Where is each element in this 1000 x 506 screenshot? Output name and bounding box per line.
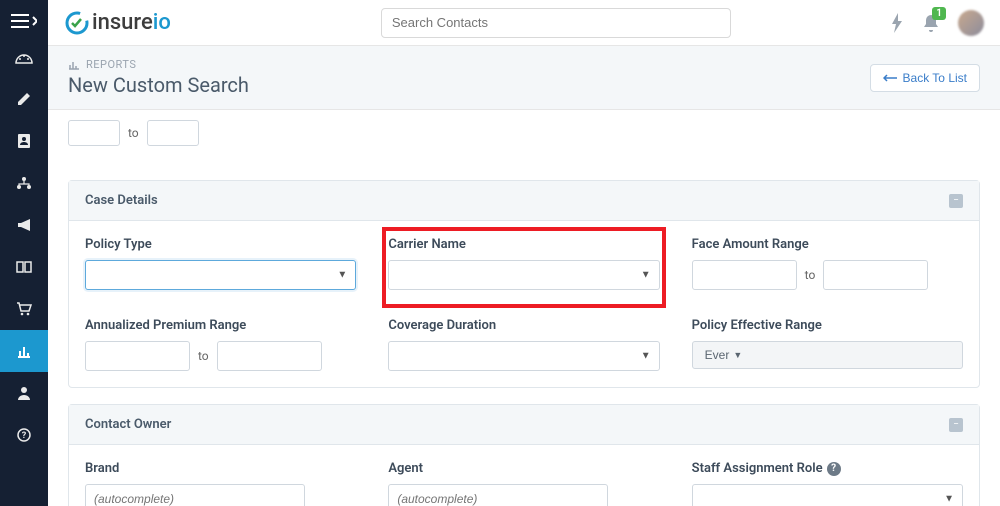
agent-input[interactable] [388, 484, 608, 506]
page-title: New Custom Search [68, 73, 249, 97]
panel-title: Case Details [85, 193, 158, 208]
chevron-down-icon: ▼ [733, 350, 742, 360]
chevron-down-icon: ▼ [944, 494, 954, 505]
sidebar-item-dashboard[interactable] [0, 36, 48, 78]
search-input[interactable] [381, 8, 731, 38]
content: to Case Details − Policy Type ▼ Carri [48, 110, 1000, 506]
coverage-duration-select[interactable]: ▼ [388, 341, 659, 371]
chevron-down-icon: ▼ [337, 270, 347, 281]
panel-title: Contact Owner [85, 417, 171, 432]
to-label: to [803, 268, 818, 282]
svg-text:?: ? [22, 431, 27, 441]
range-to-input[interactable] [147, 120, 199, 146]
bolt-icon[interactable] [890, 13, 904, 33]
collapse-icon[interactable]: − [949, 418, 963, 432]
sidebar-item-contact[interactable] [0, 120, 48, 162]
to-label: to [196, 349, 211, 363]
address-card-icon [17, 133, 31, 149]
panel-head: Case Details − [69, 181, 979, 221]
chevron-down-icon: ▼ [641, 270, 651, 281]
face-amount-to-input[interactable] [823, 260, 928, 290]
panel-contact-owner: Contact Owner − Brand Agent [68, 404, 980, 506]
page-header: REPORTS New Custom Search Back To List [48, 46, 1000, 110]
back-to-list-button[interactable]: Back To List [870, 64, 980, 92]
sidebar-item-marketing[interactable] [0, 204, 48, 246]
menu-icon [11, 14, 37, 28]
main: insureio 1 REPORTS New Custom Search [48, 0, 1000, 506]
policy-type-select[interactable]: ▼ [85, 260, 356, 290]
chevron-down-icon: ▼ [641, 351, 651, 362]
agent-label: Agent [388, 461, 659, 476]
topbar: insureio 1 [48, 0, 1000, 46]
panel-head: Contact Owner − [69, 405, 979, 445]
sidebar-item-book[interactable] [0, 246, 48, 288]
range-from-input[interactable] [68, 120, 120, 146]
org-icon [16, 176, 32, 190]
staff-role-select[interactable]: ▼ [692, 484, 963, 506]
gauge-icon [15, 50, 33, 64]
sidebar-item-org[interactable] [0, 162, 48, 204]
collapse-icon[interactable]: − [949, 194, 963, 208]
premium-to-input[interactable] [217, 341, 322, 371]
help-icon[interactable]: ? [827, 462, 841, 476]
annualized-premium-label: Annualized Premium Range [85, 318, 356, 333]
logo[interactable]: insureio [64, 10, 171, 36]
bar-chart-icon [68, 60, 80, 70]
carrier-name-select[interactable]: ▼ [388, 260, 659, 290]
logo-text-a: insure [92, 10, 153, 35]
sidebar-item-cart[interactable] [0, 288, 48, 330]
cart-icon [16, 302, 32, 316]
arrow-left-icon [883, 74, 897, 82]
user-icon [17, 386, 31, 400]
sidebar: ? [0, 0, 48, 506]
logo-icon [64, 10, 90, 36]
sidebar-item-help[interactable]: ? [0, 414, 48, 456]
policy-type-label: Policy Type [85, 237, 356, 252]
carrier-name-label: Carrier Name [388, 237, 659, 252]
sidebar-item-reports[interactable] [0, 330, 48, 372]
sidebar-item-user[interactable] [0, 372, 48, 414]
to-label: to [126, 126, 141, 140]
breadcrumb: REPORTS [68, 58, 249, 71]
logo-text-b: io [153, 10, 171, 35]
bar-chart-icon [17, 344, 31, 358]
staff-role-label: Staff Assignment Role ? [692, 461, 963, 476]
pencil-icon [17, 92, 31, 106]
face-amount-from-input[interactable] [692, 260, 797, 290]
notifications-button[interactable]: 1 [922, 13, 940, 33]
panel-case-details: Case Details − Policy Type ▼ Carrier Nam… [68, 180, 980, 388]
brand-label: Brand [85, 461, 356, 476]
sidebar-item-edit[interactable] [0, 78, 48, 120]
book-icon [16, 261, 32, 273]
coverage-duration-label: Coverage Duration [388, 318, 659, 333]
notification-badge: 1 [932, 7, 946, 20]
menu-toggle[interactable] [0, 6, 48, 36]
policy-effective-label: Policy Effective Range [692, 318, 963, 333]
policy-effective-dropdown[interactable]: Ever ▼ [692, 341, 963, 369]
brand-input[interactable] [85, 484, 305, 506]
question-icon: ? [17, 428, 31, 442]
prior-range-row: to [68, 110, 980, 164]
megaphone-icon [16, 218, 32, 232]
avatar[interactable] [958, 10, 984, 36]
face-amount-label: Face Amount Range [692, 237, 963, 252]
premium-from-input[interactable] [85, 341, 190, 371]
